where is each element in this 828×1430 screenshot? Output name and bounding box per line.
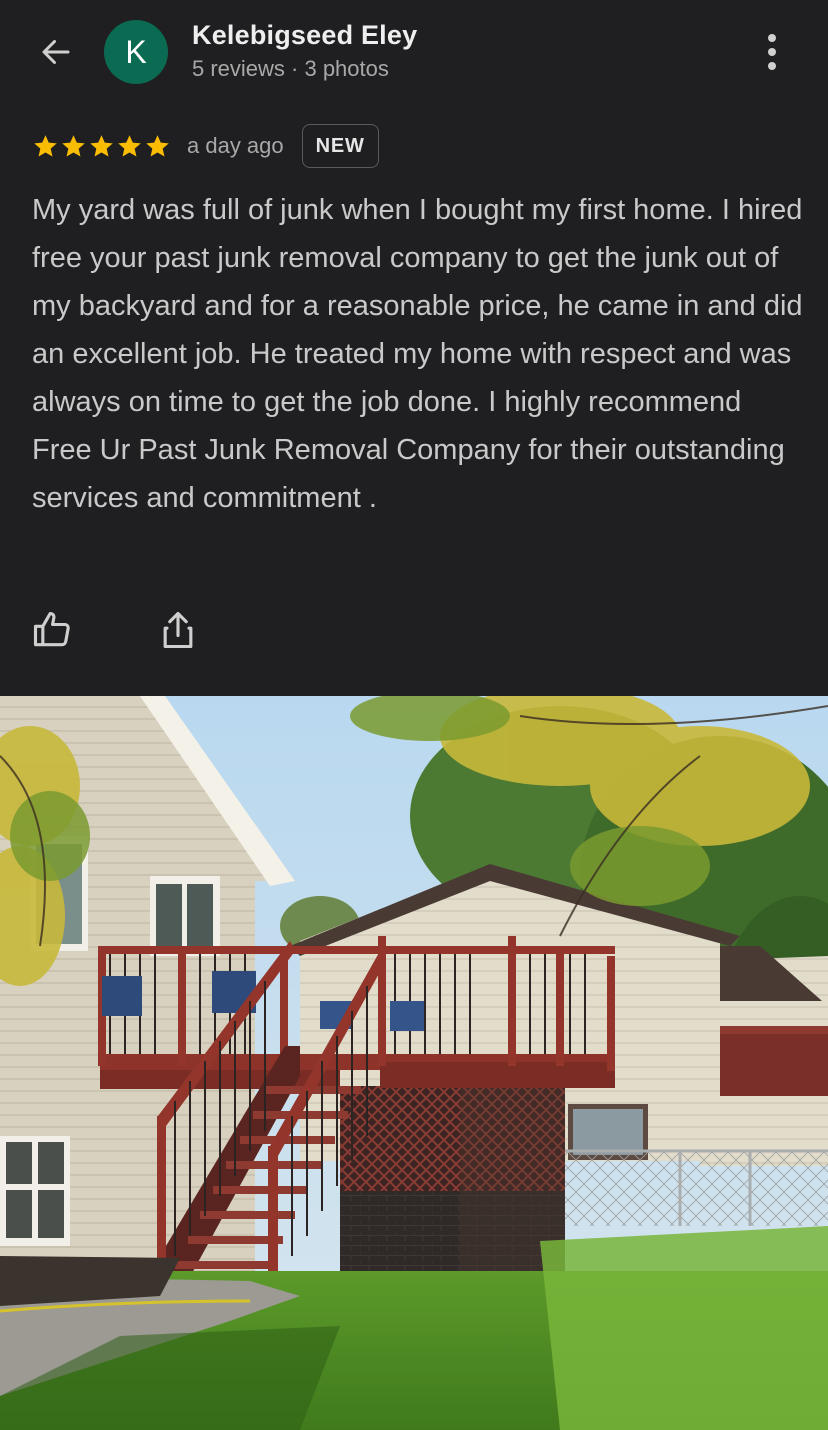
back-button[interactable] — [30, 30, 82, 74]
star-rating — [32, 133, 171, 160]
more-vertical-icon — [768, 34, 776, 42]
star-icon — [146, 134, 169, 157]
review-actions — [0, 600, 828, 664]
reviewer-meta: 5 reviews · 3 photos — [192, 56, 389, 81]
review-time: a day ago — [187, 133, 284, 158]
more-options-button[interactable] — [752, 30, 792, 74]
arrow-left-icon — [42, 40, 70, 64]
star-icon — [34, 134, 57, 157]
star-icon — [90, 134, 113, 157]
star-icon — [118, 134, 141, 157]
reviewer-name[interactable]: Kelebigseed Eley — [192, 20, 417, 51]
review-text: My yard was full of junk when I bought m… — [32, 194, 803, 514]
share-button[interactable] — [156, 608, 204, 656]
backyard-deck-photo — [0, 696, 828, 1430]
thumbs-up-icon — [33, 611, 70, 647]
review-photo[interactable] — [0, 696, 828, 1430]
star-icon — [62, 134, 85, 157]
like-button[interactable] — [30, 608, 78, 656]
share-icon — [163, 611, 193, 649]
review-header: K Kelebigseed Eley 5 reviews · 3 photos — [0, 0, 828, 110]
avatar[interactable]: K — [104, 20, 168, 84]
rating-row: a day ago NEW — [32, 124, 379, 168]
new-badge: NEW — [301, 124, 379, 168]
